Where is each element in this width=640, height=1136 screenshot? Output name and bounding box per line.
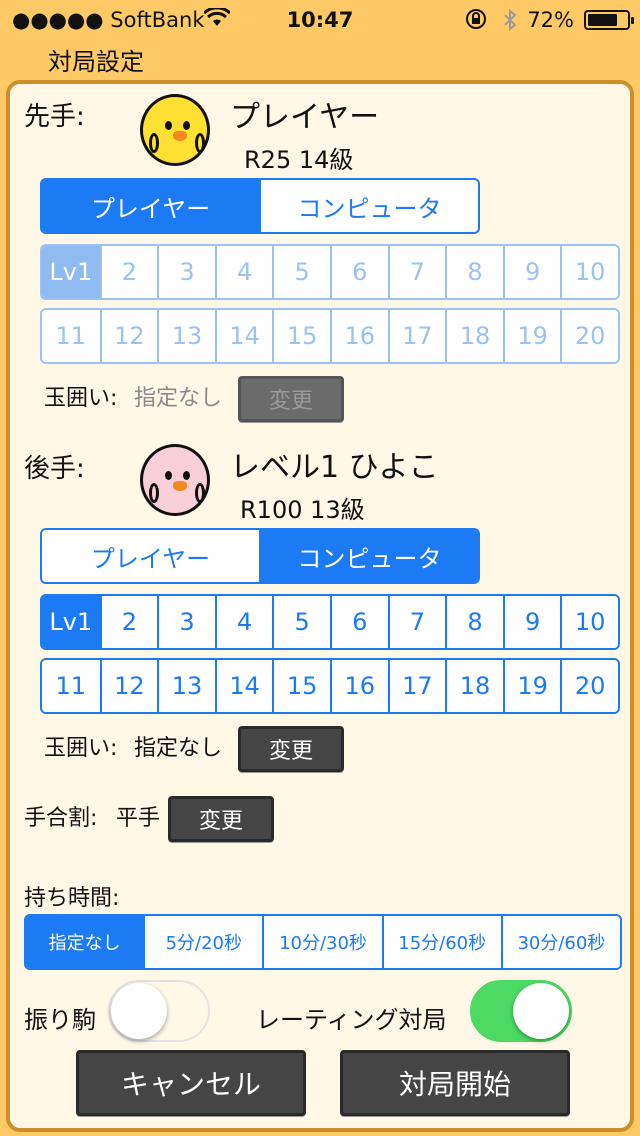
sente-level-button[interactable]: 11 [42, 310, 100, 362]
gote-type-segment: プレイヤー コンピュータ [40, 528, 480, 584]
sente-level-button[interactable]: 2 [99, 246, 158, 298]
gote-level-button[interactable]: 2 [99, 596, 158, 648]
time-option[interactable]: 30分/60秒 [500, 916, 620, 968]
gote-player-name: レベル1 ひよこ [230, 450, 439, 485]
switch-knob [111, 983, 167, 1039]
sente-player-name: プレイヤー [230, 100, 380, 135]
sente-level-button[interactable]: 10 [560, 246, 618, 298]
sente-level-button[interactable]: 5 [272, 246, 330, 298]
rotation-lock-icon [464, 8, 488, 35]
settings-panel: 先手: プレイヤー R25 14級 プレイヤー コンピュータ Lv1 2 3 4… [6, 80, 634, 1132]
sente-castle-value: 指定なし [134, 386, 223, 411]
time-segment: 指定なし 5分/20秒 10分/30秒 15分/60秒 30分/60秒 [24, 914, 622, 970]
handicap-change-button[interactable]: 変更 [168, 796, 274, 842]
sente-level-button[interactable]: 20 [560, 310, 618, 362]
cancel-button[interactable]: キャンセル [76, 1050, 306, 1116]
gote-castle-label: 玉囲い: [44, 736, 118, 761]
sente-level-button[interactable]: 6 [329, 246, 388, 298]
sente-level-button[interactable]: 19 [502, 310, 561, 362]
gote-player-rating: R100 13級 [240, 496, 365, 524]
sente-level-button[interactable]: 12 [99, 310, 158, 362]
bluetooth-icon [502, 8, 518, 37]
gote-level-button[interactable]: 8 [445, 596, 503, 648]
sente-level-grid-row2: 11 12 13 14 15 16 17 18 19 20 [40, 308, 620, 364]
sente-level-button[interactable]: 7 [387, 246, 446, 298]
time-label: 持ち時間: [24, 886, 120, 911]
gote-type-computer[interactable]: コンピュータ [259, 530, 478, 582]
sente-level-button[interactable]: 3 [157, 246, 215, 298]
chick-icon [140, 94, 210, 166]
sente-level-button[interactable]: 17 [387, 310, 446, 362]
gote-level-button[interactable]: 9 [502, 596, 561, 648]
gote-level-button[interactable]: 7 [387, 596, 446, 648]
gote-level-grid-row1: Lv1 2 3 4 5 6 7 8 9 10 [40, 594, 620, 650]
sente-level-button[interactable]: 13 [157, 310, 215, 362]
gote-level-button[interactable]: 12 [99, 660, 158, 712]
time-option[interactable]: 5分/20秒 [143, 916, 263, 968]
rating-match-switch[interactable] [470, 980, 572, 1042]
sente-type-segment: プレイヤー コンピュータ [40, 178, 480, 234]
sente-type-computer[interactable]: コンピュータ [259, 180, 478, 232]
page-title: 対局設定 [48, 48, 144, 76]
gote-level-button[interactable]: 4 [214, 596, 273, 648]
gote-level-button[interactable]: 19 [502, 660, 561, 712]
sente-level-button[interactable]: Lv1 [42, 246, 100, 298]
gote-level-button[interactable]: 16 [329, 660, 388, 712]
handicap-label: 手合割: [24, 806, 98, 831]
sente-level-button[interactable]: 8 [445, 246, 503, 298]
gote-level-button[interactable]: 15 [272, 660, 330, 712]
sente-level-button[interactable]: 14 [214, 310, 273, 362]
sente-castle-change-button[interactable]: 変更 [238, 376, 344, 422]
gote-label: 後手: [24, 454, 85, 484]
sente-level-button[interactable]: 18 [445, 310, 503, 362]
sente-type-player[interactable]: プレイヤー [42, 180, 259, 232]
battery-icon [584, 10, 634, 30]
gote-level-button[interactable]: 11 [42, 660, 100, 712]
gote-level-grid-row2: 11 12 13 14 15 16 17 18 19 20 [40, 658, 620, 714]
gote-level-button[interactable]: 6 [329, 596, 388, 648]
switch-knob [513, 983, 569, 1039]
sente-level-grid-row1: Lv1 2 3 4 5 6 7 8 9 10 [40, 244, 620, 300]
status-bar: ●●●●● SoftBank 10:47 72% [0, 0, 640, 40]
gote-castle-change-button[interactable]: 変更 [238, 726, 344, 772]
gote-level-button[interactable]: 3 [157, 596, 215, 648]
sente-level-button[interactable]: 9 [502, 246, 561, 298]
gote-level-button[interactable]: 14 [214, 660, 273, 712]
gote-level-button[interactable]: Lv1 [42, 596, 100, 648]
furigoma-switch[interactable] [108, 980, 210, 1042]
time-option[interactable]: 15分/60秒 [381, 916, 501, 968]
sente-level-button[interactable]: 15 [272, 310, 330, 362]
sente-castle-label: 玉囲い: [44, 386, 118, 411]
gote-level-button[interactable]: 18 [445, 660, 503, 712]
sente-level-button[interactable]: 4 [214, 246, 273, 298]
gote-level-button[interactable]: 20 [560, 660, 618, 712]
sente-level-button[interactable]: 16 [329, 310, 388, 362]
battery-percent: 72% [527, 8, 574, 32]
gote-level-button[interactable]: 10 [560, 596, 618, 648]
gote-castle-value: 指定なし [134, 736, 223, 761]
rating-match-label: レーティング対局 [256, 1006, 447, 1034]
gote-type-player[interactable]: プレイヤー [42, 530, 259, 582]
furigoma-label: 振り駒 [24, 1006, 96, 1034]
chick-icon [140, 444, 210, 516]
gote-level-button[interactable]: 5 [272, 596, 330, 648]
sente-player-rating: R25 14級 [244, 146, 354, 174]
handicap-value: 平手 [116, 806, 161, 831]
sente-label: 先手: [24, 102, 85, 132]
time-option[interactable]: 10分/30秒 [262, 916, 382, 968]
start-game-button[interactable]: 対局開始 [340, 1050, 570, 1116]
time-option[interactable]: 指定なし [26, 916, 144, 968]
gote-level-button[interactable]: 13 [157, 660, 215, 712]
gote-level-button[interactable]: 17 [387, 660, 446, 712]
